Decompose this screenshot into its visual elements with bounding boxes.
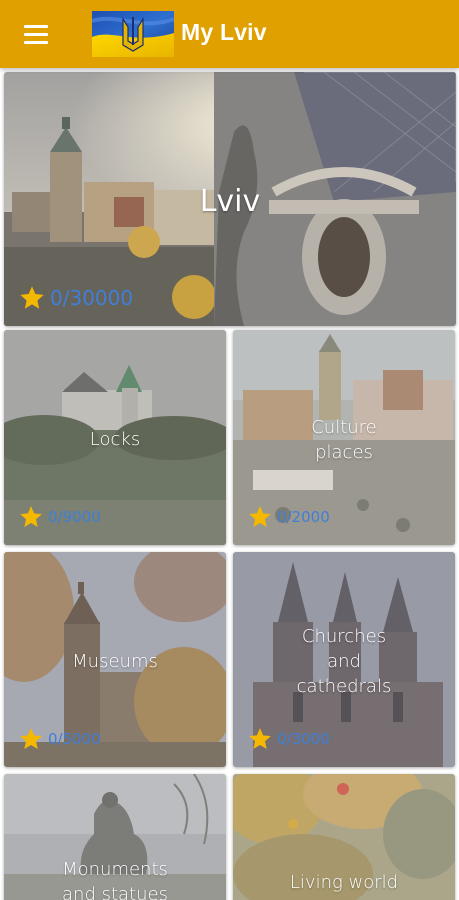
card-progress: 0/3000 bbox=[247, 726, 330, 752]
card-title: Museums bbox=[72, 651, 158, 672]
category-grid: Lviv 0/30000 Locks 0/9000 Culture places… bbox=[0, 68, 459, 900]
card-title: Churches and cathedrals bbox=[296, 626, 392, 697]
card-living-world[interactable]: Living world bbox=[233, 774, 455, 900]
card-progress: 0/9000 bbox=[18, 504, 101, 530]
star-icon bbox=[249, 506, 271, 527]
card-title: Monuments and statues bbox=[62, 859, 168, 900]
card-title: Culture places bbox=[311, 417, 377, 463]
star-icon bbox=[20, 506, 42, 527]
card-progress: 0/2000 bbox=[247, 504, 330, 530]
card-monuments-and-statues[interactable]: Monuments and statues bbox=[4, 774, 226, 900]
card-progress: 0/30000 bbox=[18, 284, 133, 312]
card-title: Locks bbox=[89, 429, 141, 450]
card-lviv[interactable]: Lviv 0/30000 bbox=[4, 72, 456, 326]
card-museums[interactable]: Museums 0/5000 bbox=[4, 552, 226, 767]
progress-count: 0/30000 bbox=[50, 286, 134, 310]
progress-count: 0/9000 bbox=[48, 508, 101, 526]
card-culture-places[interactable]: Culture places 0/2000 bbox=[233, 330, 455, 545]
progress-count: 0/2000 bbox=[277, 508, 330, 526]
star-icon bbox=[249, 728, 271, 749]
progress-count: 0/3000 bbox=[277, 730, 330, 748]
card-title: Lviv bbox=[199, 184, 261, 219]
progress-count: 0/5000 bbox=[48, 730, 101, 748]
app-bar: My Lviv bbox=[0, 0, 459, 68]
star-icon bbox=[20, 286, 44, 309]
card-churches-and-cathedrals[interactable]: Churches and cathedrals 0/3000 bbox=[233, 552, 455, 767]
hamburger-menu-icon[interactable] bbox=[16, 18, 56, 50]
app-title: My Lviv bbox=[181, 19, 267, 45]
card-title: Living world bbox=[289, 872, 399, 893]
card-progress: 0/5000 bbox=[18, 726, 101, 752]
card-locks[interactable]: Locks 0/9000 bbox=[4, 330, 226, 545]
app-logo bbox=[92, 11, 174, 57]
star-icon bbox=[20, 728, 42, 749]
